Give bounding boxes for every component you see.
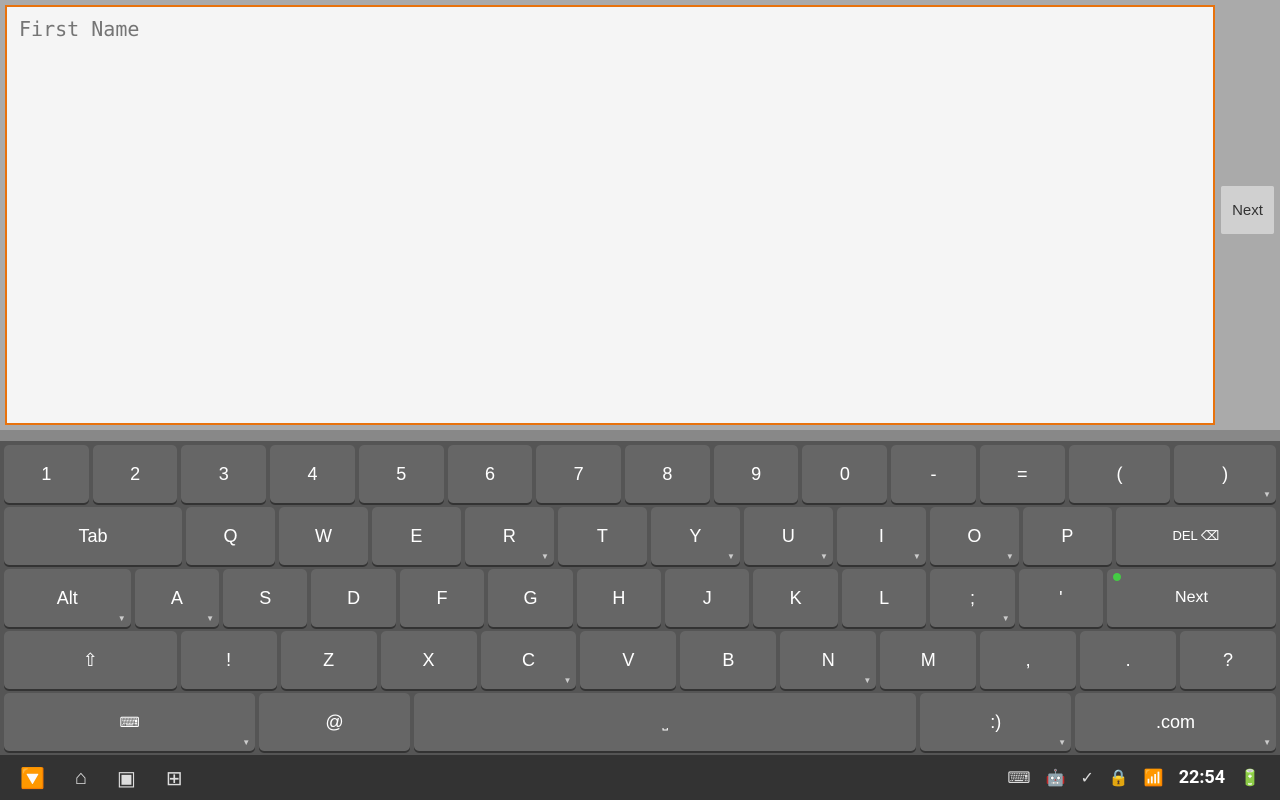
key-k[interactable]: K [753,569,837,627]
next-button-top[interactable]: Next [1220,185,1275,235]
key-quote[interactable]: ' [1019,569,1103,627]
key-period[interactable]: . [1080,631,1176,689]
key-1[interactable]: 1 [4,445,89,503]
key-q[interactable]: Q [186,507,275,565]
key-o[interactable]: O▼ [930,507,1019,565]
key-w[interactable]: W [279,507,368,565]
battery-icon: 🔋 [1240,768,1260,787]
key-at[interactable]: @ [259,693,410,751]
key-7[interactable]: 7 [536,445,621,503]
key-del[interactable]: DEL ⌫ [1116,507,1276,565]
key-a[interactable]: A▼ [135,569,219,627]
key-n[interactable]: N▼ [780,631,876,689]
key-u[interactable]: U▼ [744,507,833,565]
key-close-paren[interactable]: ) ▼ [1174,445,1276,503]
key-v[interactable]: V [580,631,676,689]
key-alt[interactable]: Alt▼ [4,569,131,627]
android-status-icon: 🤖 [1046,768,1066,787]
key-dotcom[interactable]: .com▼ [1075,693,1276,751]
key-semicolon[interactable]: ;▼ [930,569,1014,627]
key-i[interactable]: I▼ [837,507,926,565]
key-6[interactable]: 6 [448,445,533,503]
key-equals[interactable]: = [980,445,1065,503]
key-z[interactable]: Z [281,631,377,689]
key-2[interactable]: 2 [93,445,178,503]
nav-bar: 🔽 ⌂ ▣ ⊞ ⌨ 🤖 ✓ 🔒 📶 22:54 🔋 [0,755,1280,800]
nav-left: 🔽 ⌂ ▣ ⊞ [20,765,183,790]
key-r[interactable]: R▼ [465,507,554,565]
keyboard-row-asdf: Alt▼ A▼ S D F G H J K L ;▼ ' Next [4,569,1276,627]
keyboard-row-numbers: 1 2 3 4 5 6 7 8 9 0 - = ( ) ▼ [4,445,1276,503]
key-keyboard-toggle[interactable]: ⌨▼ [4,693,255,751]
key-p[interactable]: P [1023,507,1112,565]
key-y[interactable]: Y▼ [651,507,740,565]
key-e[interactable]: E [372,507,461,565]
key-s[interactable]: S [223,569,307,627]
keyboard-row-qwerty: Tab Q W E R▼ T Y▼ U▼ I▼ O▼ P DEL ⌫ [4,507,1276,565]
lock-status-icon: 🔒 [1109,768,1129,787]
time-display: 22:54 [1179,767,1225,788]
key-question[interactable]: ? [1180,631,1276,689]
input-area: Next [0,0,1280,430]
key-shift[interactable]: ⇧ [4,631,177,689]
key-tab[interactable]: Tab [4,507,182,565]
key-4[interactable]: 4 [270,445,355,503]
key-next[interactable]: Next [1107,569,1276,627]
keyboard-row-zxcv: ⇧ ! Z X C▼ V B N▼ M , . ? [4,631,1276,689]
key-exclaim[interactable]: ! [181,631,277,689]
key-h[interactable]: H [577,569,661,627]
key-c[interactable]: C▼ [481,631,577,689]
nav-home-icon[interactable]: ⌂ [75,765,87,790]
nav-back-icon[interactable]: 🔽 [20,766,45,790]
nav-right: ⌨ 🤖 ✓ 🔒 📶 22:54 🔋 [1007,767,1260,788]
key-b[interactable]: B [680,631,776,689]
key-5[interactable]: 5 [359,445,444,503]
key-l[interactable]: L [842,569,926,627]
key-d[interactable]: D [311,569,395,627]
check-status-icon: ✓ [1080,768,1093,787]
key-space[interactable]: ⎵ [414,693,916,751]
key-dash[interactable]: - [891,445,976,503]
key-f[interactable]: F [400,569,484,627]
key-open-paren[interactable]: ( [1069,445,1171,503]
first-name-input[interactable] [5,5,1215,425]
key-smiley[interactable]: :)▼ [920,693,1071,751]
keyboard: 1 2 3 4 5 6 7 8 9 0 - = ( ) ▼ Tab Q W E … [0,441,1280,755]
key-g[interactable]: G [488,569,572,627]
nav-apps-icon[interactable]: ⊞ [166,766,183,790]
key-t[interactable]: T [558,507,647,565]
key-comma[interactable]: , [980,631,1076,689]
key-m[interactable]: M [880,631,976,689]
nav-recents-icon[interactable]: ▣ [117,766,136,790]
key-9[interactable]: 9 [714,445,799,503]
key-x[interactable]: X [381,631,477,689]
key-8[interactable]: 8 [625,445,710,503]
key-0[interactable]: 0 [802,445,887,503]
keyboard-row-bottom: ⌨▼ @ ⎵ :)▼ .com▼ [4,693,1276,751]
signal-status-icon: 📶 [1144,768,1164,787]
key-j[interactable]: J [665,569,749,627]
keyboard-status-icon: ⌨ [1007,768,1030,787]
key-3[interactable]: 3 [181,445,266,503]
